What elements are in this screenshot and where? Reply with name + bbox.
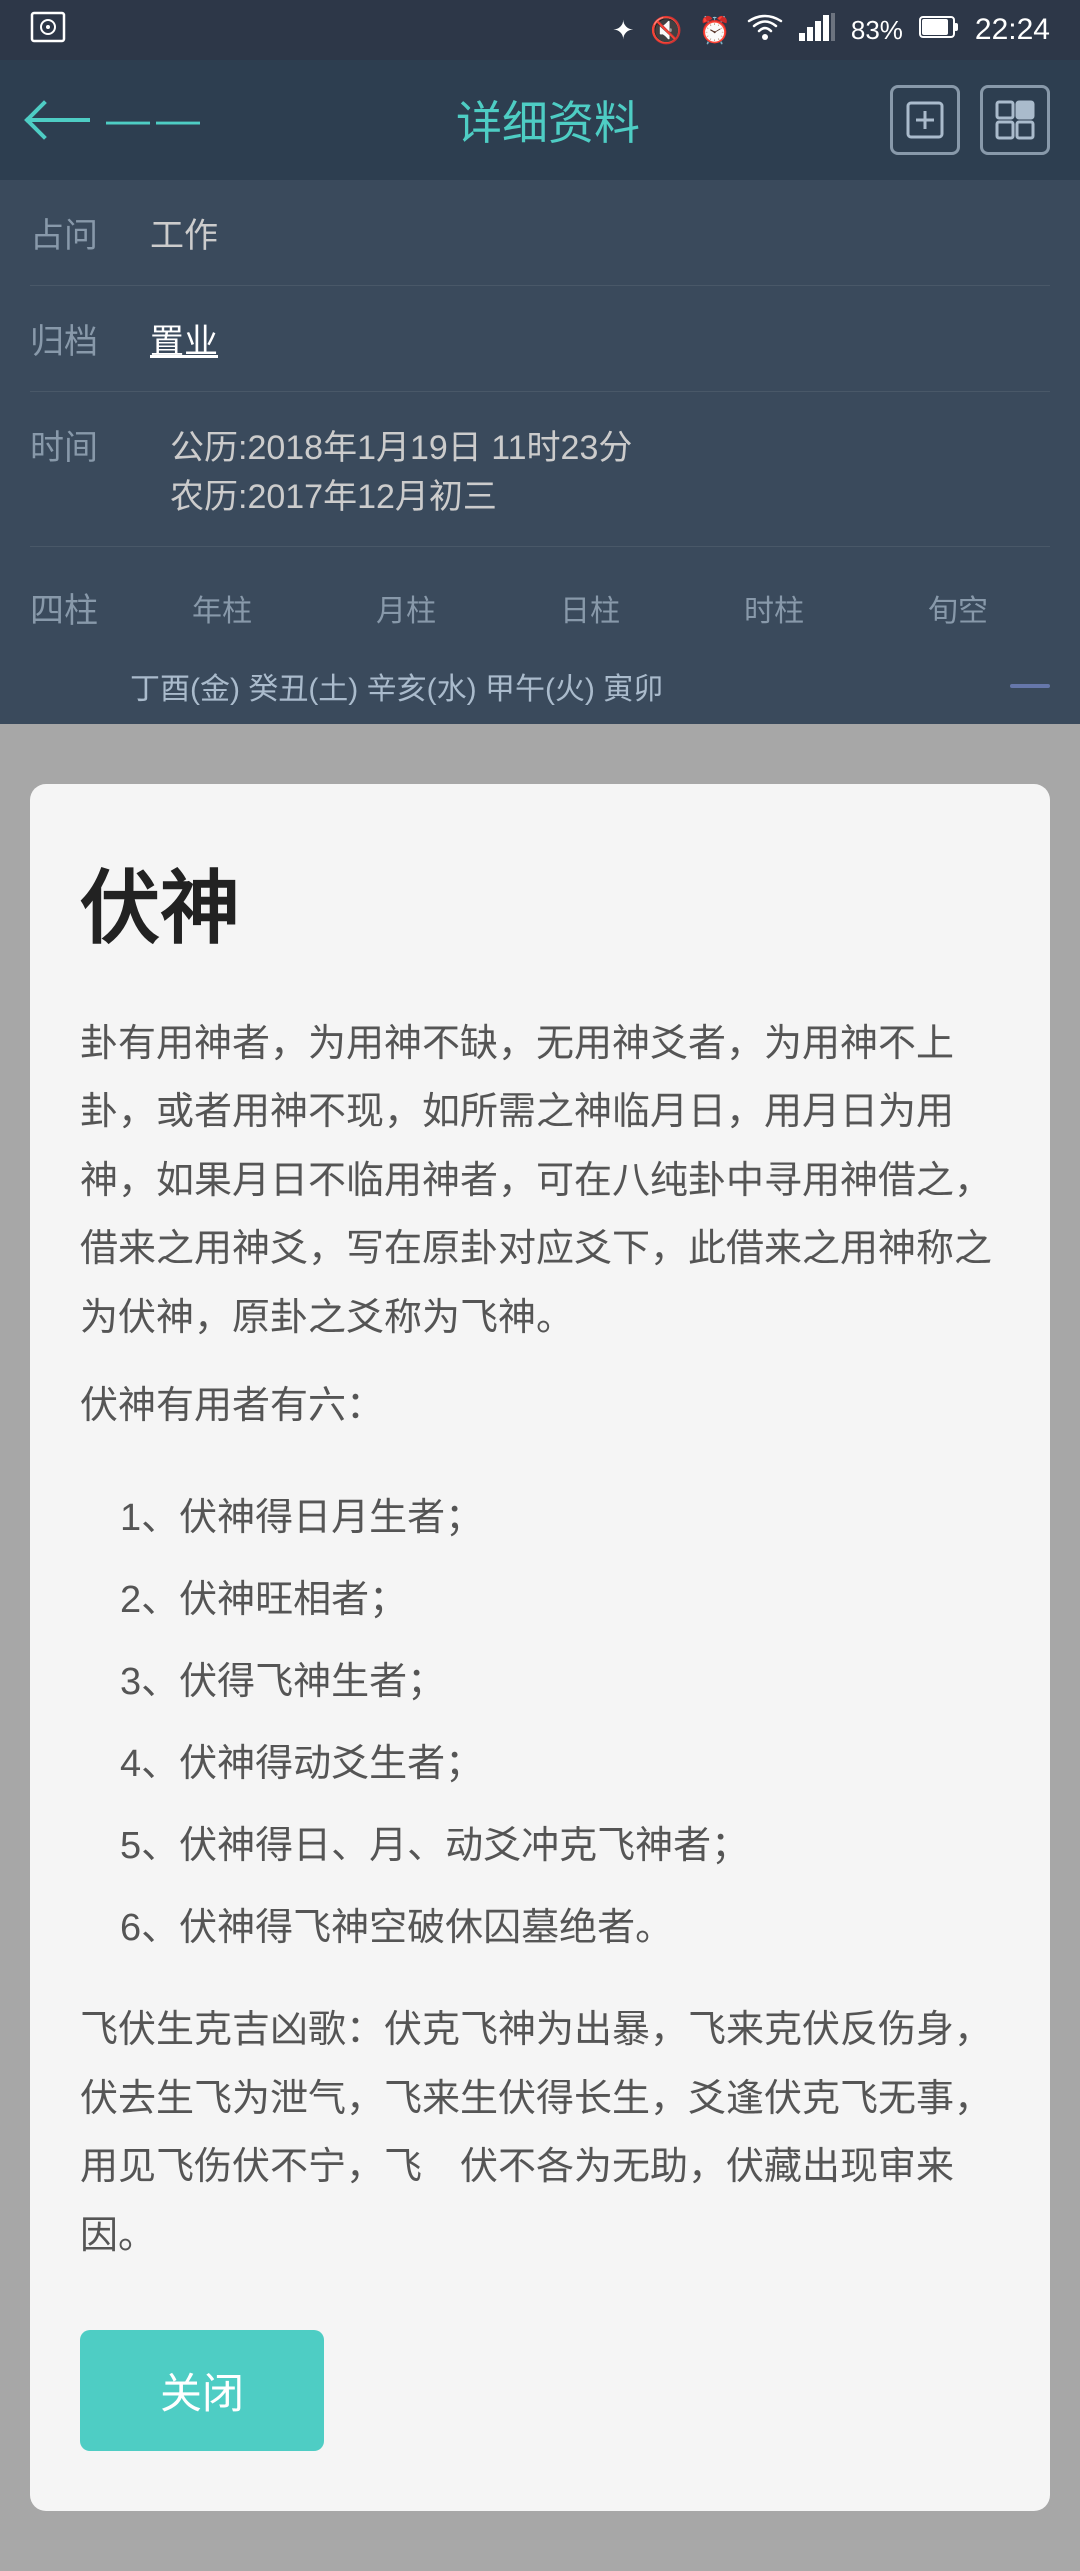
pillars-label: 四柱 bbox=[30, 583, 130, 632]
pillar-values-text: 丁酉(金) 癸丑(土) 辛亥(水) 甲午(火) 寅卯 bbox=[130, 664, 663, 708]
modal-list: 1、伏神得日月生者； 2、伏神旺相者； 3、伏得飞神生者； 4、伏神得动爻生者；… bbox=[120, 1480, 1000, 1966]
nav-actions bbox=[890, 85, 1050, 155]
back-button[interactable]: —— bbox=[30, 95, 206, 145]
pillar-col-day: 日柱 bbox=[560, 586, 620, 630]
pillars-columns: 年柱 月柱 日柱 时柱 旬空 bbox=[130, 586, 1050, 630]
modal-backdrop: 伏神 卦有用神者，为用神不缺，无用神爻者，为用神不上卦，或者用神不现，如所需之神… bbox=[0, 724, 1080, 2571]
info-section: 占问 工作 归档 置业 时间 公历:2018年1月19日 11时23分 农历:2… bbox=[0, 180, 1080, 547]
edit-icon-button[interactable] bbox=[890, 85, 960, 155]
scroll-indicator bbox=[1010, 684, 1050, 688]
label-zhanwen: 占问 bbox=[30, 208, 130, 257]
list-item-2: 2、伏神旺相者； bbox=[120, 1562, 1000, 1638]
status-right-icons: ✦ 🔇 ⏰ 83% bbox=[612, 13, 1050, 48]
list-item-6: 6、伏神得飞神空破休囚墓绝者。 bbox=[120, 1890, 1000, 1966]
modal-card: 伏神 卦有用神者，为用神不缺，无用神爻者，为用神不上卦，或者用神不现，如所需之神… bbox=[30, 784, 1050, 2511]
modal-title: 伏神 bbox=[80, 844, 1000, 960]
label-shijian: 时间 bbox=[30, 420, 130, 469]
bluetooth-icon: ✦ bbox=[612, 15, 634, 46]
pillars-header: 四柱 年柱 月柱 日柱 时柱 旬空 bbox=[0, 547, 1080, 648]
status-bar: ✦ 🔇 ⏰ 83% bbox=[0, 0, 1080, 60]
grid-icon-button[interactable] bbox=[980, 85, 1050, 155]
value-gregorian: 公历:2018年1月19日 11时23分 bbox=[170, 420, 632, 469]
mute-icon: 🔇 bbox=[650, 15, 682, 46]
list-item-1: 1、伏神得日月生者； bbox=[120, 1480, 1000, 1556]
list-item-4: 4、伏神得动爻生者； bbox=[120, 1726, 1000, 1802]
status-time: 22:24 bbox=[975, 13, 1050, 47]
pillar-values: 丁酉(金) 癸丑(土) 辛亥(水) 甲午(火) 寅卯 bbox=[30, 664, 1050, 708]
list-item-3: 3、伏得飞神生者； bbox=[120, 1644, 1000, 1720]
value-lunar: 农历:2017年12月初三 bbox=[170, 469, 632, 518]
pillar-values-section: 丁酉(金) 癸丑(土) 辛亥(水) 甲午(火) 寅卯 bbox=[0, 648, 1080, 724]
nav-bar: —— 详细资料 bbox=[0, 60, 1080, 180]
value-guidang: 置业 bbox=[150, 314, 218, 363]
modal-paragraph-2: 伏神有用者有六： bbox=[80, 1372, 1000, 1440]
battery-text: 83% bbox=[851, 15, 903, 46]
pillars-row: 四柱 年柱 月柱 日柱 时柱 旬空 bbox=[30, 567, 1050, 648]
pillar-col-xunkong: 旬空 bbox=[928, 586, 988, 630]
value-zhanwen: 工作 bbox=[150, 208, 218, 257]
info-row-shijian: 时间 公历:2018年1月19日 11时23分 农历:2017年12月初三 bbox=[30, 392, 1050, 547]
modal-body-paragraph1: 卦有用神者，为用神不缺，无用神爻者，为用神不上卦，或者用神不现，如所需之神临月日… bbox=[80, 1010, 1000, 1440]
modal-paragraph-1: 卦有用神者，为用神不缺，无用神爻者，为用神不上卦，或者用神不现，如所需之神临月日… bbox=[80, 1010, 1000, 1352]
battery-icon bbox=[919, 14, 959, 47]
page-title: 详细资料 bbox=[456, 87, 640, 153]
pillar-col-year: 年柱 bbox=[192, 586, 252, 630]
status-left-icon bbox=[30, 9, 66, 52]
list-item-5: 5、伏神得日、月、动爻冲克飞神者； bbox=[120, 1808, 1000, 1884]
alarm-icon: ⏰ bbox=[699, 15, 731, 46]
close-button[interactable]: 关闭 bbox=[80, 2330, 324, 2451]
pillar-col-month: 月柱 bbox=[376, 586, 436, 630]
pillar-col-hour: 时柱 bbox=[744, 586, 804, 630]
info-row-guidang: 归档 置业 bbox=[30, 286, 1050, 392]
wifi-icon bbox=[747, 13, 783, 48]
modal-footer-text: 飞伏生克吉凶歌：伏克飞神为出暴，飞来克伏反伤身，伏去生飞为泄气，飞来生伏得长生，… bbox=[80, 1996, 1000, 2270]
back-arrow-icon bbox=[30, 118, 90, 122]
info-row-zhanwen: 占问 工作 bbox=[30, 180, 1050, 286]
signal-icon bbox=[799, 13, 835, 48]
label-guidang: 归档 bbox=[30, 314, 130, 363]
